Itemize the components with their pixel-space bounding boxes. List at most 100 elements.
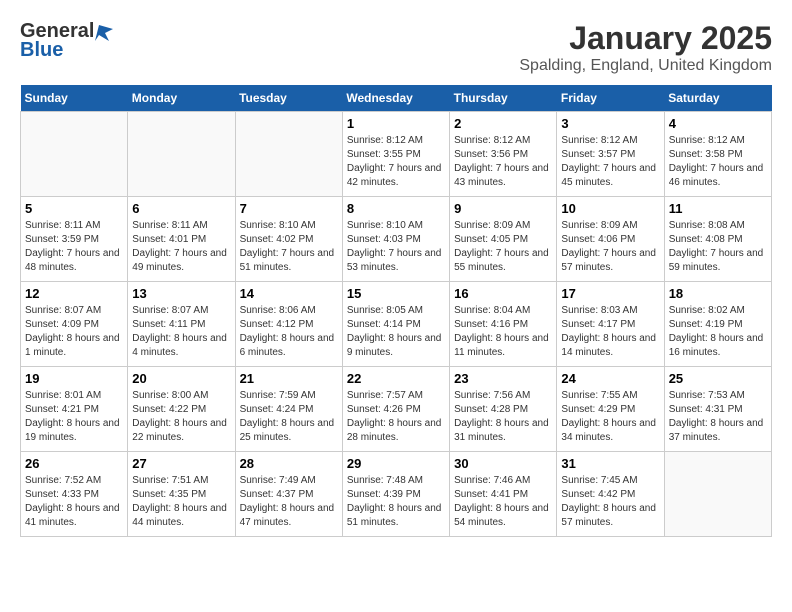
day-number: 26 <box>25 456 123 471</box>
calendar-cell: 6Sunrise: 8:11 AM Sunset: 4:01 PM Daylig… <box>128 197 235 282</box>
day-number: 13 <box>132 286 230 301</box>
day-info: Sunrise: 8:04 AM Sunset: 4:16 PM Dayligh… <box>454 304 552 360</box>
calendar-week-1: 5Sunrise: 8:11 AM Sunset: 3:59 PM Daylig… <box>21 197 772 282</box>
day-number: 31 <box>561 456 659 471</box>
logo-bird-icon <box>95 23 113 41</box>
day-info: Sunrise: 7:57 AM Sunset: 4:26 PM Dayligh… <box>347 389 445 445</box>
logo: General Blue <box>20 20 114 62</box>
calendar-cell: 20 Sunrise: 8:00 AM Sunset: 4:22 PM Dayli… <box>128 367 235 452</box>
day-number: 17 <box>561 286 659 301</box>
calendar-cell: 10Sunrise: 8:09 AM Sunset: 4:06 PM Dayli… <box>557 197 664 282</box>
day-number: 12 <box>25 286 123 301</box>
day-info: Sunrise: 7:59 AM Sunset: 4:24 PM Dayligh… <box>240 389 338 445</box>
day-info: Sunrise: 7:46 AM Sunset: 4:41 PM Dayligh… <box>454 474 552 530</box>
day-number: 20 <box>132 371 230 386</box>
day-number: 7 <box>240 201 338 216</box>
day-info: Sunrise: 8:00 AM Sunset: 4:22 PM Dayligh… <box>132 389 230 445</box>
calendar-cell: 29 Sunrise: 7:48 AM Sunset: 4:39 PM Dayli… <box>342 452 449 537</box>
title-section: January 2025 Spalding, England, United K… <box>519 20 772 75</box>
calendar-cell: 12 Sunrise: 8:07 AM Sunset: 4:09 PM Dayli… <box>21 282 128 367</box>
day-number: 30 <box>454 456 552 471</box>
day-info: Sunrise: 7:51 AM Sunset: 4:35 PM Dayligh… <box>132 474 230 530</box>
calendar-header-saturday: Saturday <box>664 85 771 112</box>
calendar-cell: 27 Sunrise: 7:51 AM Sunset: 4:35 PM Dayli… <box>128 452 235 537</box>
calendar-cell: 25Sunrise: 7:53 AM Sunset: 4:31 PM Dayli… <box>664 367 771 452</box>
calendar-cell: 28 Sunrise: 7:49 AM Sunset: 4:37 PM Dayli… <box>235 452 342 537</box>
day-number: 19 <box>25 371 123 386</box>
day-info: Sunrise: 8:12 AM Sunset: 3:58 PM Dayligh… <box>669 134 767 190</box>
day-number: 24 <box>561 371 659 386</box>
day-info: Sunrise: 8:02 AM Sunset: 4:19 PM Dayligh… <box>669 304 767 360</box>
day-info: Sunrise: 8:07 AM Sunset: 4:11 PM Dayligh… <box>132 304 230 360</box>
day-number: 16 <box>454 286 552 301</box>
calendar-cell: 7 Sunrise: 8:10 AM Sunset: 4:02 PM Daylig… <box>235 197 342 282</box>
calendar-body: 1 Sunrise: 8:12 AM Sunset: 3:55 PM Daylig… <box>21 112 772 537</box>
day-number: 8 <box>347 201 445 216</box>
day-info: Sunrise: 7:55 AM Sunset: 4:29 PM Dayligh… <box>561 389 659 445</box>
calendar-cell: 24 Sunrise: 7:55 AM Sunset: 4:29 PM Dayli… <box>557 367 664 452</box>
calendar-cell: 11 Sunrise: 8:08 AM Sunset: 4:08 PM Dayli… <box>664 197 771 282</box>
calendar-cell: 21Sunrise: 7:59 AM Sunset: 4:24 PM Dayli… <box>235 367 342 452</box>
logo-blue: Blue <box>20 39 63 62</box>
day-info: Sunrise: 8:03 AM Sunset: 4:17 PM Dayligh… <box>561 304 659 360</box>
calendar-cell: 22 Sunrise: 7:57 AM Sunset: 4:26 PM Dayli… <box>342 367 449 452</box>
day-info: Sunrise: 7:48 AM Sunset: 4:39 PM Dayligh… <box>347 474 445 530</box>
calendar-cell: 30 Sunrise: 7:46 AM Sunset: 4:41 PM Dayli… <box>450 452 557 537</box>
calendar-cell: 19 Sunrise: 8:01 AM Sunset: 4:21 PM Dayli… <box>21 367 128 452</box>
calendar-week-0: 1 Sunrise: 8:12 AM Sunset: 3:55 PM Daylig… <box>21 112 772 197</box>
calendar-cell: 31 Sunrise: 7:45 AM Sunset: 4:42 PM Dayli… <box>557 452 664 537</box>
day-number: 2 <box>454 116 552 131</box>
day-number: 9 <box>454 201 552 216</box>
calendar-week-2: 12 Sunrise: 8:07 AM Sunset: 4:09 PM Dayli… <box>21 282 772 367</box>
day-number: 6 <box>132 201 230 216</box>
calendar-cell: 8 Sunrise: 8:10 AM Sunset: 4:03 PM Daylig… <box>342 197 449 282</box>
calendar-header-tuesday: Tuesday <box>235 85 342 112</box>
day-number: 1 <box>347 116 445 131</box>
day-number: 5 <box>25 201 123 216</box>
day-info: Sunrise: 8:08 AM Sunset: 4:08 PM Dayligh… <box>669 219 767 275</box>
day-info: Sunrise: 8:05 AM Sunset: 4:14 PM Dayligh… <box>347 304 445 360</box>
calendar-subtitle: Spalding, England, United Kingdom <box>519 57 772 75</box>
calendar-cell: 2 Sunrise: 8:12 AM Sunset: 3:56 PM Daylig… <box>450 112 557 197</box>
calendar-cell: 13 Sunrise: 8:07 AM Sunset: 4:11 PM Dayli… <box>128 282 235 367</box>
calendar-cell <box>664 452 771 537</box>
calendar-header-sunday: Sunday <box>21 85 128 112</box>
calendar-cell: 1 Sunrise: 8:12 AM Sunset: 3:55 PM Daylig… <box>342 112 449 197</box>
calendar-week-3: 19 Sunrise: 8:01 AM Sunset: 4:21 PM Dayli… <box>21 367 772 452</box>
calendar-title: January 2025 <box>519 20 772 57</box>
calendar-cell: 23Sunrise: 7:56 AM Sunset: 4:28 PM Dayli… <box>450 367 557 452</box>
calendar-header-friday: Friday <box>557 85 664 112</box>
day-info: Sunrise: 8:01 AM Sunset: 4:21 PM Dayligh… <box>25 389 123 445</box>
day-number: 15 <box>347 286 445 301</box>
calendar-cell <box>21 112 128 197</box>
day-number: 10 <box>561 201 659 216</box>
day-info: Sunrise: 7:49 AM Sunset: 4:37 PM Dayligh… <box>240 474 338 530</box>
day-number: 29 <box>347 456 445 471</box>
calendar-header-thursday: Thursday <box>450 85 557 112</box>
calendar-cell: 9Sunrise: 8:09 AM Sunset: 4:05 PM Daylig… <box>450 197 557 282</box>
day-info: Sunrise: 8:10 AM Sunset: 4:02 PM Dayligh… <box>240 219 338 275</box>
page-header: General Blue January 2025 Spalding, Engl… <box>20 20 772 75</box>
day-info: Sunrise: 7:56 AM Sunset: 4:28 PM Dayligh… <box>454 389 552 445</box>
day-number: 27 <box>132 456 230 471</box>
day-info: Sunrise: 8:12 AM Sunset: 3:56 PM Dayligh… <box>454 134 552 190</box>
day-number: 3 <box>561 116 659 131</box>
calendar-cell <box>235 112 342 197</box>
calendar-cell: 17 Sunrise: 8:03 AM Sunset: 4:17 PM Dayli… <box>557 282 664 367</box>
day-info: Sunrise: 8:06 AM Sunset: 4:12 PM Dayligh… <box>240 304 338 360</box>
day-info: Sunrise: 8:12 AM Sunset: 3:55 PM Dayligh… <box>347 134 445 190</box>
calendar-header-wednesday: Wednesday <box>342 85 449 112</box>
day-info: Sunrise: 7:45 AM Sunset: 4:42 PM Dayligh… <box>561 474 659 530</box>
calendar-cell: 18Sunrise: 8:02 AM Sunset: 4:19 PM Dayli… <box>664 282 771 367</box>
day-info: Sunrise: 8:10 AM Sunset: 4:03 PM Dayligh… <box>347 219 445 275</box>
calendar-cell <box>128 112 235 197</box>
day-number: 11 <box>669 201 767 216</box>
day-number: 28 <box>240 456 338 471</box>
calendar-cell: 15 Sunrise: 8:05 AM Sunset: 4:14 PM Dayli… <box>342 282 449 367</box>
calendar-cell: 26Sunrise: 7:52 AM Sunset: 4:33 PM Dayli… <box>21 452 128 537</box>
day-number: 22 <box>347 371 445 386</box>
calendar-cell: 5Sunrise: 8:11 AM Sunset: 3:59 PM Daylig… <box>21 197 128 282</box>
day-info: Sunrise: 7:53 AM Sunset: 4:31 PM Dayligh… <box>669 389 767 445</box>
day-number: 4 <box>669 116 767 131</box>
day-info: Sunrise: 8:07 AM Sunset: 4:09 PM Dayligh… <box>25 304 123 360</box>
